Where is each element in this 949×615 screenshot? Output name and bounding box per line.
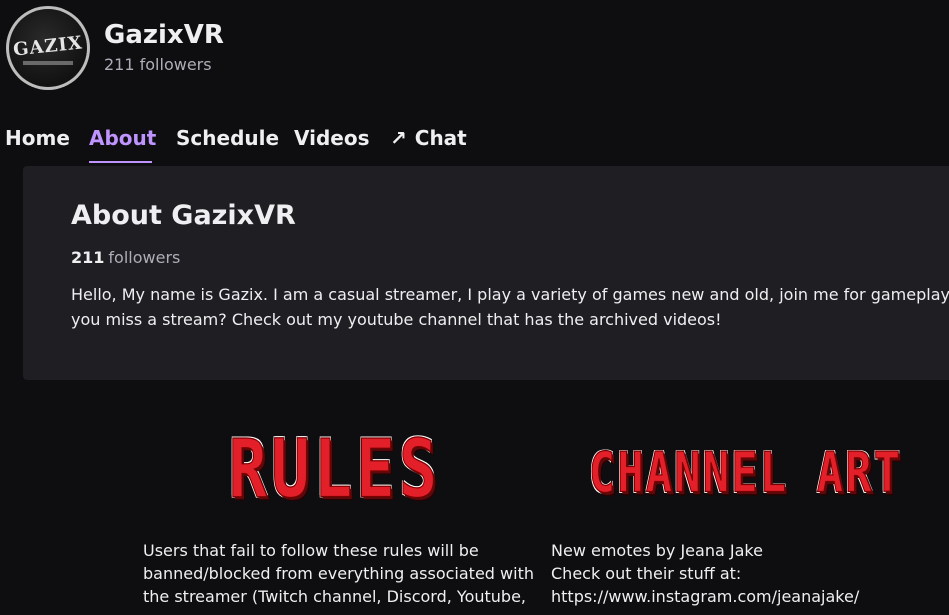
channel-art-line: New emotes by Jeana Jake <box>551 541 763 560</box>
tab-about[interactable]: About <box>89 126 156 150</box>
about-bio: Hello, My name is Gazix. I am a casual s… <box>71 282 949 332</box>
about-followers-count: 211 <box>71 248 105 267</box>
rules-line: banned/blocked from everything associate… <box>143 564 534 583</box>
about-bio-line: Hello, My name is Gazix. I am a casual s… <box>71 285 949 304</box>
channel-name[interactable]: GazixVR <box>104 20 224 50</box>
avatar-logo-text: GAZIX <box>12 32 84 61</box>
channel-page: GAZIX GazixVR 211 followers Home About S… <box>0 0 949 615</box>
avatar[interactable]: GAZIX <box>6 6 90 90</box>
about-bio-line: you miss a stream? Check out my youtube … <box>71 310 722 329</box>
rules-line: Users that fail to follow these rules wi… <box>143 541 479 560</box>
tab-chat[interactable]: ↗ Chat <box>390 126 467 150</box>
external-arrow-icon: ↗ <box>390 126 407 150</box>
avatar-logo-bar <box>23 61 73 65</box>
channel-art-image-text: CHANNEL ART <box>588 441 903 506</box>
instagram-link[interactable]: https://www.instagram.com/jeanajake/ <box>551 585 931 608</box>
tab-home[interactable]: Home <box>5 126 70 150</box>
rules-panel-image[interactable]: RULES <box>215 423 455 517</box>
follower-count: 211 followers <box>104 55 212 74</box>
tab-schedule[interactable]: Schedule <box>176 126 279 150</box>
about-followers-word: followers <box>108 248 181 267</box>
rules-line: the streamer (Twitch channel, Discord, Y… <box>143 587 526 606</box>
tab-videos[interactable]: Videos <box>294 126 370 150</box>
avatar-image: GAZIX <box>9 9 87 87</box>
about-followers: 211 followers <box>71 248 180 267</box>
channel-art-line: Check out their stuff at: <box>551 564 742 583</box>
rules-image-text: RULES <box>228 423 442 517</box>
channel-art-panel-description: New emotes by Jeana Jake Check out their… <box>551 539 931 608</box>
about-panel: About GazixVR 211 followers Hello, My nam… <box>23 166 949 380</box>
tab-chat-label: Chat <box>414 126 467 150</box>
about-title: About GazixVR <box>71 200 296 231</box>
rules-panel-description: Users that fail to follow these rules wi… <box>143 539 534 608</box>
channel-art-panel-image[interactable]: CHANNEL ART <box>558 440 933 506</box>
active-tab-indicator <box>89 161 152 163</box>
